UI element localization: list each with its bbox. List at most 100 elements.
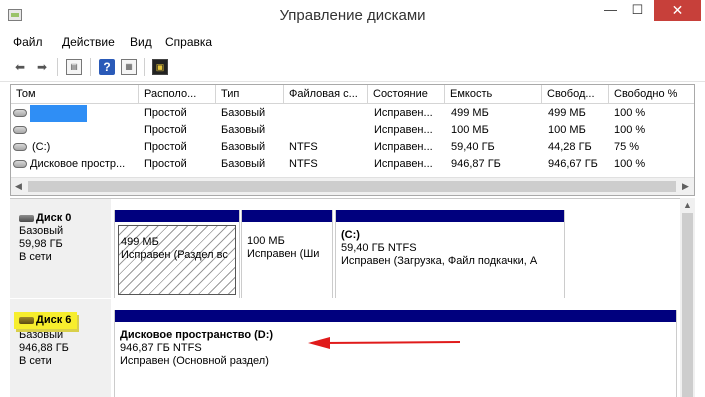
volume-status: Исправен...	[374, 141, 433, 153]
disk-0-label[interactable]: Диск 0 Базовый 59,98 ГБ В сети	[10, 199, 111, 298]
volume-list-header: Том Располо... Тип Файловая с... Состоян…	[11, 85, 694, 104]
help-icon[interactable]: ?	[99, 59, 115, 75]
console-tree-icon[interactable]: ▤	[66, 59, 82, 75]
volume-filesystem: NTFS	[289, 158, 318, 170]
disk-0-name: Диск 0	[19, 212, 111, 225]
volume-status: Исправен...	[374, 107, 433, 119]
volume-free-space: 946,67 ГБ	[548, 158, 598, 170]
forward-arrow-icon[interactable]: ➡	[34, 59, 50, 75]
partition-size: 100 МБ	[247, 235, 285, 247]
menu-file[interactable]: Файл	[13, 35, 43, 49]
scroll-up-icon[interactable]: ▲	[683, 200, 692, 210]
volume-row[interactable]: Простой Базовый Исправен... 100 МБ 100 М…	[11, 122, 694, 139]
redacted-volume-name	[30, 105, 87, 122]
volume-layout: Простой	[144, 158, 187, 170]
disk-6-label[interactable]: Диск 6 Базовый 946,88 ГБ В сети	[10, 299, 111, 397]
toolbar: ⬅ ➡ ▤ ? ▦ ▣	[0, 53, 705, 82]
volume-icon	[13, 126, 27, 134]
partition-size: 499 МБ	[121, 236, 159, 248]
volume-name: Дисковое простр...	[30, 158, 126, 170]
toolbar-separator	[144, 58, 145, 76]
minimize-button[interactable]: —	[597, 0, 624, 21]
partition-header-bar	[115, 210, 239, 222]
menu-bar: Файл Действие Вид Справка	[0, 31, 705, 53]
scrollbar-thumb[interactable]	[682, 213, 693, 397]
partition-100mb[interactable]: 100 МБ Исправен (Ши	[241, 210, 333, 298]
volume-layout: Простой	[144, 107, 187, 119]
volume-list: Том Располо... Тип Файловая с... Состоян…	[10, 84, 695, 196]
disk-6-name-highlight: Диск 6	[14, 312, 78, 329]
partition-status: Исправен (Загрузка, Файл подкачки, А	[341, 255, 538, 267]
toolbar-separator	[90, 58, 91, 76]
close-button[interactable]: ✕	[654, 0, 701, 21]
disk-management-window: Управление дисками — ☐ ✕ Файл Действие В…	[0, 0, 705, 397]
column-free-percent[interactable]: Свободно %	[609, 85, 694, 104]
disk-0-state: В сети	[19, 251, 52, 263]
partition-d[interactable]: Дисковое пространство (D:) 946,87 ГБ NTF…	[114, 310, 677, 397]
partition-c[interactable]: (C:) 59,40 ГБ NTFS Исправен (Загрузка, Ф…	[335, 210, 565, 298]
horizontal-scrollbar[interactable]: ◀ ▶	[11, 177, 694, 195]
scroll-right-icon[interactable]: ▶	[682, 181, 689, 192]
scroll-left-icon[interactable]: ◀	[15, 181, 22, 192]
partition-header-bar	[115, 310, 676, 322]
volume-type: Базовый	[221, 141, 266, 153]
volume-icon	[13, 143, 27, 151]
volume-name: (C:)	[32, 141, 51, 153]
disk-0-size: 59,98 ГБ	[19, 238, 63, 250]
volume-type: Базовый	[221, 158, 266, 170]
partition-body: (C:) 59,40 ГБ NTFS Исправен (Загрузка, Ф…	[339, 225, 561, 295]
column-filesystem[interactable]: Файловая с...	[284, 85, 368, 104]
disk-0-type: Базовый	[19, 225, 64, 237]
volume-free-space: 44,28 ГБ	[548, 141, 592, 153]
partition-header-bar	[242, 210, 332, 222]
volume-status: Исправен...	[374, 158, 433, 170]
volume-status: Исправен...	[374, 124, 433, 136]
volume-icon	[13, 109, 27, 117]
volume-capacity: 499 МБ	[451, 107, 489, 119]
vertical-scrollbar[interactable]: ▲	[680, 198, 695, 397]
column-capacity[interactable]: Емкость	[445, 85, 542, 104]
disk-6-state: В сети	[19, 355, 52, 367]
partition-status: Исправен (Ши	[247, 248, 320, 260]
column-volume[interactable]: Том	[11, 85, 139, 104]
maximize-button[interactable]: ☐	[624, 0, 651, 21]
partition-body: 499 МБ Исправен (Раздел вс	[118, 225, 236, 295]
back-arrow-icon[interactable]: ⬅	[12, 59, 28, 75]
scrollbar-thumb[interactable]	[28, 181, 676, 192]
partition-499mb[interactable]: 499 МБ Исправен (Раздел вс	[114, 210, 240, 298]
partition-status: Исправен (Основной раздел)	[120, 355, 269, 367]
volume-free-percent: 75 %	[614, 141, 640, 153]
menu-view[interactable]: Вид	[130, 35, 152, 49]
disk-map-pane: Диск 0 Базовый 59,98 ГБ В сети 499 МБ Ис…	[10, 198, 680, 397]
volume-capacity: 946,87 ГБ	[451, 158, 501, 170]
volume-capacity: 59,40 ГБ	[451, 141, 495, 153]
column-type[interactable]: Тип	[216, 85, 284, 104]
volume-capacity: 100 МБ	[451, 124, 489, 136]
volume-row[interactable]: Дисковое простр... Простой Базовый NTFS …	[11, 156, 694, 173]
toolbar-separator	[57, 58, 58, 76]
partition-header-bar	[336, 210, 564, 222]
hard-disk-icon	[19, 215, 34, 222]
volume-free-percent: 100 %	[614, 158, 646, 170]
volume-free-space: 100 МБ	[548, 124, 586, 136]
menu-action[interactable]: Действие	[62, 35, 115, 49]
properties-icon[interactable]: ▦	[121, 59, 137, 75]
volume-free-percent: 100 %	[614, 124, 646, 136]
menu-help[interactable]: Справка	[165, 35, 212, 49]
disk-6-size: 946,88 ГБ	[19, 342, 69, 354]
volume-icon	[13, 160, 27, 168]
title-bar: Управление дисками — ☐ ✕	[0, 0, 705, 31]
volume-layout: Простой	[144, 124, 187, 136]
volume-free-percent: 100 %	[614, 107, 646, 119]
column-free-space[interactable]: Свобод...	[542, 85, 609, 104]
volume-filesystem: NTFS	[289, 141, 318, 153]
partition-title: (C:)	[341, 229, 360, 241]
red-arrow-annotation	[308, 337, 461, 349]
column-status[interactable]: Состояние	[368, 85, 445, 104]
column-layout[interactable]: Располо...	[139, 85, 216, 104]
volume-type: Базовый	[221, 124, 266, 136]
volume-layout: Простой	[144, 141, 187, 153]
volume-row[interactable]: Простой Базовый Исправен... 499 МБ 499 М…	[11, 105, 694, 122]
volume-row[interactable]: (C:) Простой Базовый NTFS Исправен... 59…	[11, 139, 694, 156]
snap-in-icon[interactable]: ▣	[152, 59, 168, 75]
